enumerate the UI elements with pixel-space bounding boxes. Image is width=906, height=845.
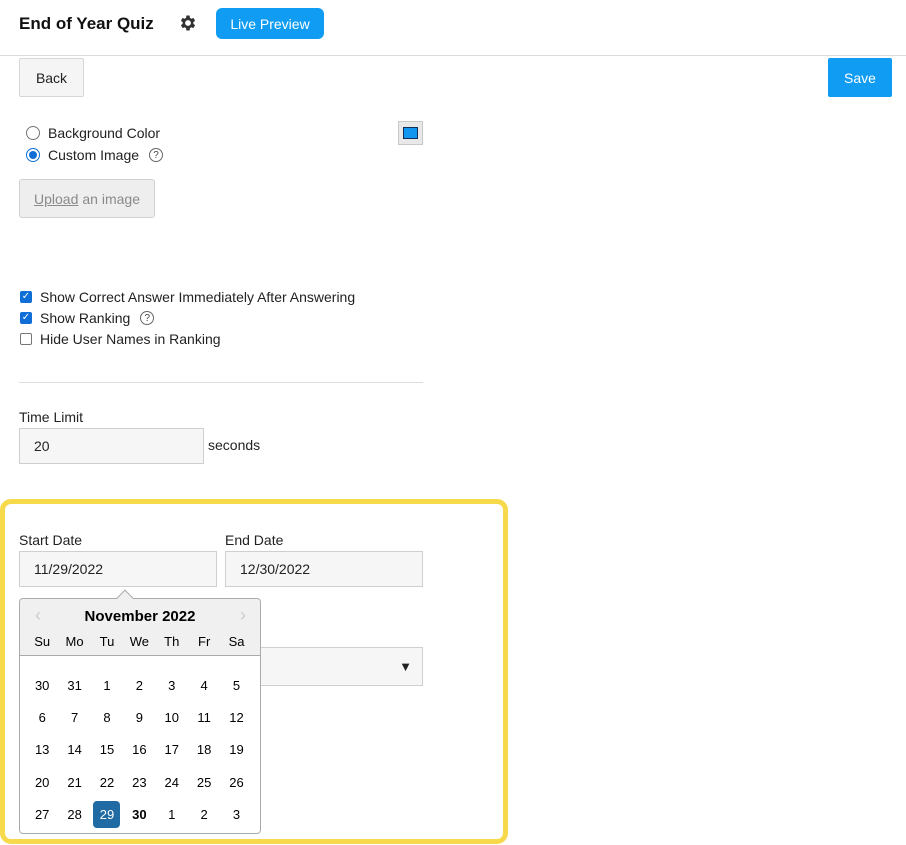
calendar-day[interactable]: 1	[156, 799, 188, 831]
gear-icon[interactable]	[178, 13, 198, 33]
calendar-day[interactable]: 28	[58, 799, 90, 831]
datepicker-popup: ‹ November 2022 › Su Mo Tu We Th Fr Sa 30 31 1 2 3…	[19, 589, 261, 834]
show-ranking-label: Show Ranking	[40, 310, 131, 326]
calendar-week: 20 21 22 23 24 25 26	[26, 766, 253, 798]
hide-user-names-checkbox[interactable]	[20, 333, 32, 345]
calendar-day[interactable]: 8	[91, 701, 123, 733]
dropdown-arrow-icon: ▼	[399, 659, 412, 674]
live-preview-button[interactable]: Live Preview	[216, 8, 324, 39]
weekday-label: Tu	[99, 634, 115, 649]
calendar-day[interactable]: 15	[91, 734, 123, 766]
show-ranking-checkbox[interactable]: ✓	[20, 312, 32, 324]
calendar-day[interactable]: 7	[58, 701, 90, 733]
calendar-day[interactable]: 27	[26, 799, 58, 831]
calendar-day[interactable]: 22	[91, 766, 123, 798]
datepicker-month-label: November 2022	[84, 608, 196, 625]
show-correct-answer-label: Show Correct Answer Immediately After An…	[40, 289, 356, 305]
weekday-label: Sa	[228, 634, 245, 649]
calendar-day[interactable]: 24	[156, 766, 188, 798]
section-divider	[19, 382, 423, 383]
calendar-day[interactable]: 21	[58, 766, 90, 798]
calendar-day[interactable]: 4	[188, 669, 220, 701]
calendar-day[interactable]: 2	[123, 669, 155, 701]
calendar-day[interactable]: 25	[188, 766, 220, 798]
calendar-day[interactable]: 30	[26, 669, 58, 701]
background-color-label: Background Color	[48, 125, 161, 141]
calendar-week: 30 31 1 2 3 4 5	[26, 669, 253, 701]
calendar-day[interactable]: 12	[220, 701, 252, 733]
calendar-day[interactable]: 3	[156, 669, 188, 701]
upload-image-button[interactable]: Upload an image	[19, 179, 155, 218]
color-swatch[interactable]	[398, 121, 423, 145]
calendar-day[interactable]: 14	[58, 734, 90, 766]
calendar-day[interactable]: 18	[188, 734, 220, 766]
calendar-day[interactable]: 11	[188, 701, 220, 733]
calendar-day[interactable]: 26	[220, 766, 252, 798]
calendar-day[interactable]: 1	[91, 669, 123, 701]
color-swatch-fill	[403, 127, 418, 139]
custom-image-radio[interactable]	[26, 148, 40, 162]
save-button[interactable]: Save	[828, 58, 892, 97]
calendar-day[interactable]: 3	[220, 799, 252, 831]
custom-image-label: Custom Image	[48, 147, 140, 163]
upload-link[interactable]: Upload	[34, 191, 78, 207]
end-date-label: End Date	[225, 532, 284, 548]
weekday-label: Su	[34, 634, 51, 649]
weekday-label: Mo	[65, 634, 84, 649]
calendar-day[interactable]: 19	[220, 734, 252, 766]
time-limit-input[interactable]: 20	[19, 428, 204, 464]
hide-user-names-option[interactable]: Hide User Names in Ranking	[20, 331, 221, 347]
calendar-week: 6 7 8 9 10 11 12	[26, 701, 253, 733]
calendar-day[interactable]: 20	[26, 766, 58, 798]
show-correct-answer-option[interactable]: ✓ Show Correct Answer Immediately After …	[20, 289, 355, 305]
calendar-day-selected[interactable]: 29	[91, 799, 123, 831]
calendar-day[interactable]: 10	[156, 701, 188, 733]
calendar-day[interactable]: 6	[26, 701, 58, 733]
show-ranking-option[interactable]: ✓ Show Ranking ?	[20, 310, 155, 326]
hide-user-names-label: Hide User Names in Ranking	[40, 331, 221, 347]
background-color-radio[interactable]	[26, 126, 40, 140]
calendar-day[interactable]: 16	[123, 734, 155, 766]
calendar-day[interactable]: 2	[188, 799, 220, 831]
upload-rest-label: an image	[82, 190, 140, 207]
help-icon[interactable]: ?	[140, 311, 155, 325]
weekday-label: Th	[164, 634, 180, 649]
back-button[interactable]: Back	[19, 58, 84, 97]
calendar-week: 27 28 29 30 1 2 3	[26, 799, 253, 831]
time-limit-unit: seconds	[208, 437, 261, 453]
datepicker-header: ‹ November 2022 › Su Mo Tu We Th Fr Sa	[20, 599, 260, 656]
end-date-input[interactable]: 12/30/2022	[225, 551, 423, 587]
calendar-day[interactable]: 31	[58, 669, 90, 701]
show-correct-answer-checkbox[interactable]: ✓	[20, 291, 32, 303]
calendar-day[interactable]: 5	[220, 669, 252, 701]
weekday-label: Fr	[198, 634, 211, 649]
page-title: End of Year Quiz	[19, 14, 154, 33]
time-limit-label: Time Limit	[19, 409, 84, 425]
dropdown-select[interactable]: ▼	[260, 647, 423, 686]
calendar-day[interactable]: 30	[123, 799, 155, 831]
background-color-option[interactable]: Background Color	[26, 125, 160, 141]
top-bar: End of Year Quiz Live Preview	[0, 0, 906, 56]
calendar-day[interactable]: 17	[156, 734, 188, 766]
custom-image-option[interactable]: Custom Image ?	[26, 147, 164, 163]
calendar-week: 13 14 15 16 17 18 19	[26, 734, 253, 766]
weekday-label: We	[129, 634, 149, 649]
help-icon[interactable]: ?	[149, 148, 164, 162]
calendar-day[interactable]: 13	[26, 734, 58, 766]
calendar-day[interactable]: 23	[123, 766, 155, 798]
start-date-input[interactable]: 11/29/2022	[19, 551, 217, 587]
start-date-label: Start Date	[19, 532, 83, 548]
next-month-icon[interactable]: ›	[240, 605, 246, 626]
calendar-day[interactable]: 9	[123, 701, 155, 733]
